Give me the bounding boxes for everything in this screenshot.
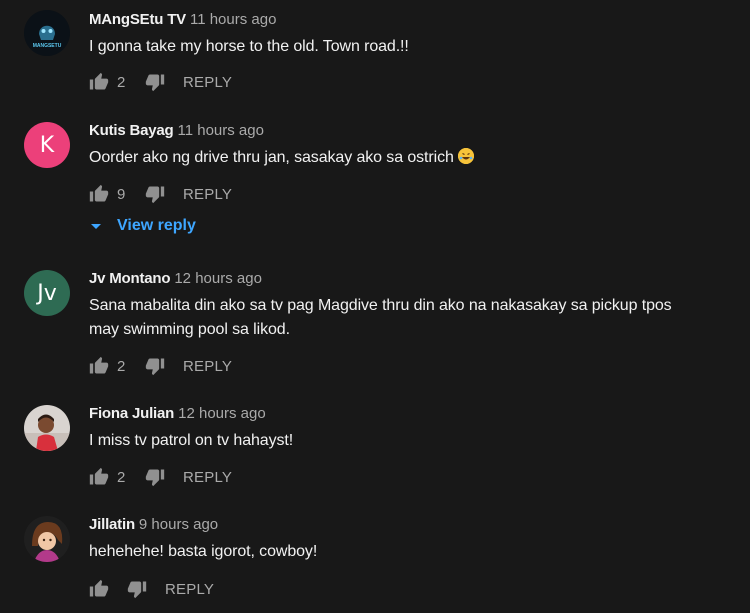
thumbs-up-icon[interactable] — [89, 184, 109, 204]
like-count: 2 — [117, 357, 126, 375]
reply-button[interactable]: REPLY — [183, 74, 232, 91]
author-name[interactable]: Jillatin — [89, 516, 135, 533]
thumbs-down-icon[interactable] — [145, 356, 165, 376]
profile-photo-icon — [24, 405, 70, 451]
comment-actions: 2 REPLY — [89, 71, 232, 93]
comment-actions: 2 REPLY — [89, 466, 232, 488]
rolling-laughing-emoji-icon — [457, 148, 474, 164]
avatar[interactable] — [24, 516, 70, 562]
comment-actions: 9 REPLY — [89, 183, 232, 205]
view-reply-label: View reply — [117, 217, 196, 234]
view-reply-button[interactable]: View reply — [89, 217, 196, 235]
thumbs-down-icon[interactable] — [145, 184, 165, 204]
comment-time[interactable]: 11 hours ago — [178, 122, 264, 139]
comment-header: Fiona Julian 12 hours ago — [89, 405, 266, 423]
like-count: 9 — [117, 185, 126, 203]
channel-logo-icon: MANGSETU — [24, 10, 70, 56]
avatar[interactable]: Jv — [24, 270, 70, 316]
comment-text: I gonna take my horse to the old. Town r… — [89, 38, 409, 55]
reply-button[interactable]: REPLY — [183, 469, 232, 486]
comment-text: I miss tv patrol on tv hahayst! — [89, 432, 294, 449]
reply-button[interactable]: REPLY — [183, 186, 232, 203]
like-count: 2 — [117, 468, 126, 486]
comment-text: Oorder ako ng drive thru jan, sasakay ak… — [89, 146, 689, 170]
thumbs-up-icon[interactable] — [89, 72, 109, 92]
reply-button[interactable]: REPLY — [165, 581, 214, 598]
thumbs-up-icon[interactable] — [89, 467, 109, 487]
avatar-letter: K — [39, 132, 55, 158]
thumbs-up-icon[interactable] — [89, 579, 109, 599]
comment-time[interactable]: 9 hours ago — [139, 516, 218, 533]
svg-text:MANGSETU: MANGSETU — [33, 43, 62, 49]
author-name[interactable]: MAngSEtu TV — [89, 11, 186, 28]
comment-header: Kutis Bayag 11 hours ago — [89, 122, 264, 140]
like-count: 2 — [117, 73, 126, 91]
comment-time[interactable]: 12 hours ago — [178, 405, 266, 422]
thumbs-down-icon[interactable] — [145, 72, 165, 92]
comment-actions: REPLY — [89, 578, 214, 600]
comment-header: MAngSEtu TV 11 hours ago — [89, 11, 276, 29]
comment-header: Jv Montano 12 hours ago — [89, 270, 262, 288]
author-name[interactable]: Jv Montano — [89, 270, 171, 287]
comment-text: hehehehe! basta igorot, cowboy! — [89, 543, 318, 560]
caret-down-icon — [91, 223, 101, 229]
avatar[interactable]: K — [24, 122, 70, 168]
comment-text-body: Oorder ako ng drive thru jan, sasakay ak… — [89, 149, 454, 166]
avatar[interactable]: MANGSETU — [24, 10, 70, 56]
comment-time[interactable]: 12 hours ago — [174, 270, 262, 287]
avatar-letter: Jv — [37, 280, 57, 306]
comment-header: Jillatin 9 hours ago — [89, 516, 218, 534]
author-name[interactable]: Kutis Bayag — [89, 122, 174, 139]
comment-text: Sana mabalita din ako sa tv pag Magdive … — [89, 297, 672, 338]
reply-button[interactable]: REPLY — [183, 358, 232, 375]
author-name[interactable]: Fiona Julian — [89, 405, 174, 422]
profile-photo-icon — [24, 516, 70, 562]
comment-time[interactable]: 11 hours ago — [190, 11, 276, 28]
thumbs-up-icon[interactable] — [89, 356, 109, 376]
thumbs-down-icon[interactable] — [145, 467, 165, 487]
avatar[interactable] — [24, 405, 70, 451]
thumbs-down-icon[interactable] — [127, 579, 147, 599]
comment-actions: 2 REPLY — [89, 355, 232, 377]
